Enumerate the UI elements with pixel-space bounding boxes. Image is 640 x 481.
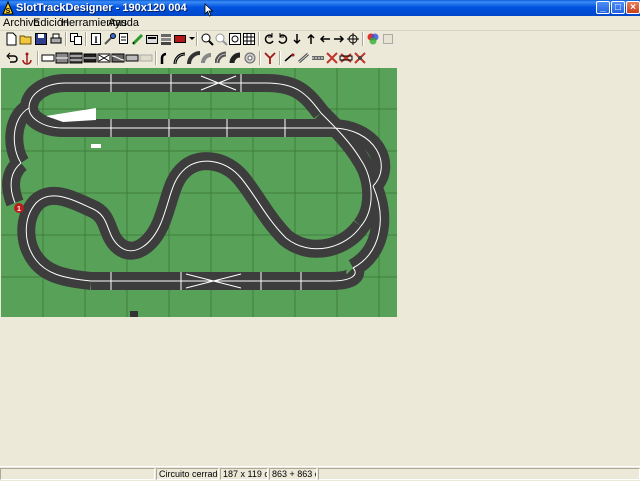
menu-bar: Archivo Edición Herramientas Ayuda [0,16,640,31]
curve-small-icon[interactable] [159,51,173,65]
ruler-icon[interactable] [145,32,159,46]
anchor-icon[interactable] [20,51,34,65]
app-icon: S [2,1,14,15]
barrier-icon[interactable] [325,51,339,65]
undo-icon[interactable] [4,51,18,65]
pit-lane-icon[interactable] [283,51,297,65]
svg-text:I: I [94,35,98,45]
straight-half-icon[interactable] [41,51,55,65]
status-pane-extra [318,468,640,480]
open-folder-icon[interactable] [19,32,33,46]
delete-red-icon[interactable] [339,51,353,65]
straight-full-icon[interactable] [69,51,83,65]
color-wheel-icon[interactable] [366,32,380,46]
arrow-left-icon[interactable] [318,32,332,46]
spiral-icon[interactable] [243,51,257,65]
status-pane-main [0,468,155,480]
track-board[interactable]: 1 [1,68,397,317]
lane-change-icon[interactable] [297,51,311,65]
status-dimensions: 187 x 119 cm [220,468,268,480]
crossover-icon[interactable] [97,51,111,65]
color-swatch-icon[interactable] [173,32,187,46]
zoom-out-icon [215,33,228,46]
delete-red-2-icon[interactable] [353,51,367,65]
straight-lanes-icon[interactable] [55,51,69,65]
tools-icon[interactable] [103,32,117,46]
close-button[interactable]: × [626,1,640,14]
copy-document-icon[interactable] [117,32,131,46]
border-icon[interactable] [125,51,139,65]
new-file-icon[interactable] [4,32,18,46]
window-title: SlotTrackDesigner - 190x120 004 [16,2,187,14]
grid-icon[interactable] [242,32,256,46]
start-marker[interactable]: 1 [14,203,24,213]
status-bar: Circuito cerrado 187 x 119 cm 863 + 863 … [0,466,640,481]
rotate-left-icon[interactable] [262,32,276,46]
junction-icon[interactable] [263,51,277,65]
banked-curve-icon[interactable] [215,51,229,65]
arrow-up-icon[interactable] [304,32,318,46]
curve-large-icon[interactable] [187,51,201,65]
zoom-in-icon[interactable] [200,32,214,46]
svg-text:S: S [6,8,11,15]
print-icon[interactable] [49,32,63,46]
title-bar[interactable]: S SlotTrackDesigner - 190x120 004 _ □ × [0,0,640,16]
color-dropdown-arrow[interactable] [189,37,195,40]
maximize-button[interactable]: □ [611,1,625,14]
document-properties-icon[interactable]: I [89,32,103,46]
status-circuit-state: Circuito cerrado [156,468,219,480]
design-canvas-area[interactable]: 1 [0,67,640,466]
chicane-icon[interactable] [111,51,125,65]
rotate-right-icon[interactable] [276,32,290,46]
straight-thin-icon[interactable] [83,51,97,65]
status-lane-lengths: 863 + 863 cm [269,468,317,480]
copy-pieces-icon[interactable] [69,32,83,46]
disabled-option-icon [383,34,393,44]
center-move-icon[interactable] [346,32,360,46]
curve-medium-icon[interactable] [173,51,187,65]
arrow-right-icon[interactable] [332,32,346,46]
lane-change-2-icon[interactable] [311,51,325,65]
border-disabled-icon [139,54,153,62]
zoom-fit-icon[interactable] [228,32,242,46]
curve-xl-icon[interactable] [201,51,215,65]
minimize-button[interactable]: _ [596,1,610,14]
save-icon[interactable] [34,32,48,46]
arrow-down-icon[interactable] [290,32,304,46]
pieces-toolbar [0,50,640,66]
banked-curve-2-icon[interactable] [229,51,243,65]
start-marker-label: 1 [17,206,21,213]
main-toolbar: I [0,31,640,47]
stack-icon[interactable] [159,32,173,46]
menu-ayuda[interactable]: Ayuda [108,17,139,29]
mouse-cursor-icon [204,3,214,17]
pencil-icon[interactable] [131,32,145,46]
